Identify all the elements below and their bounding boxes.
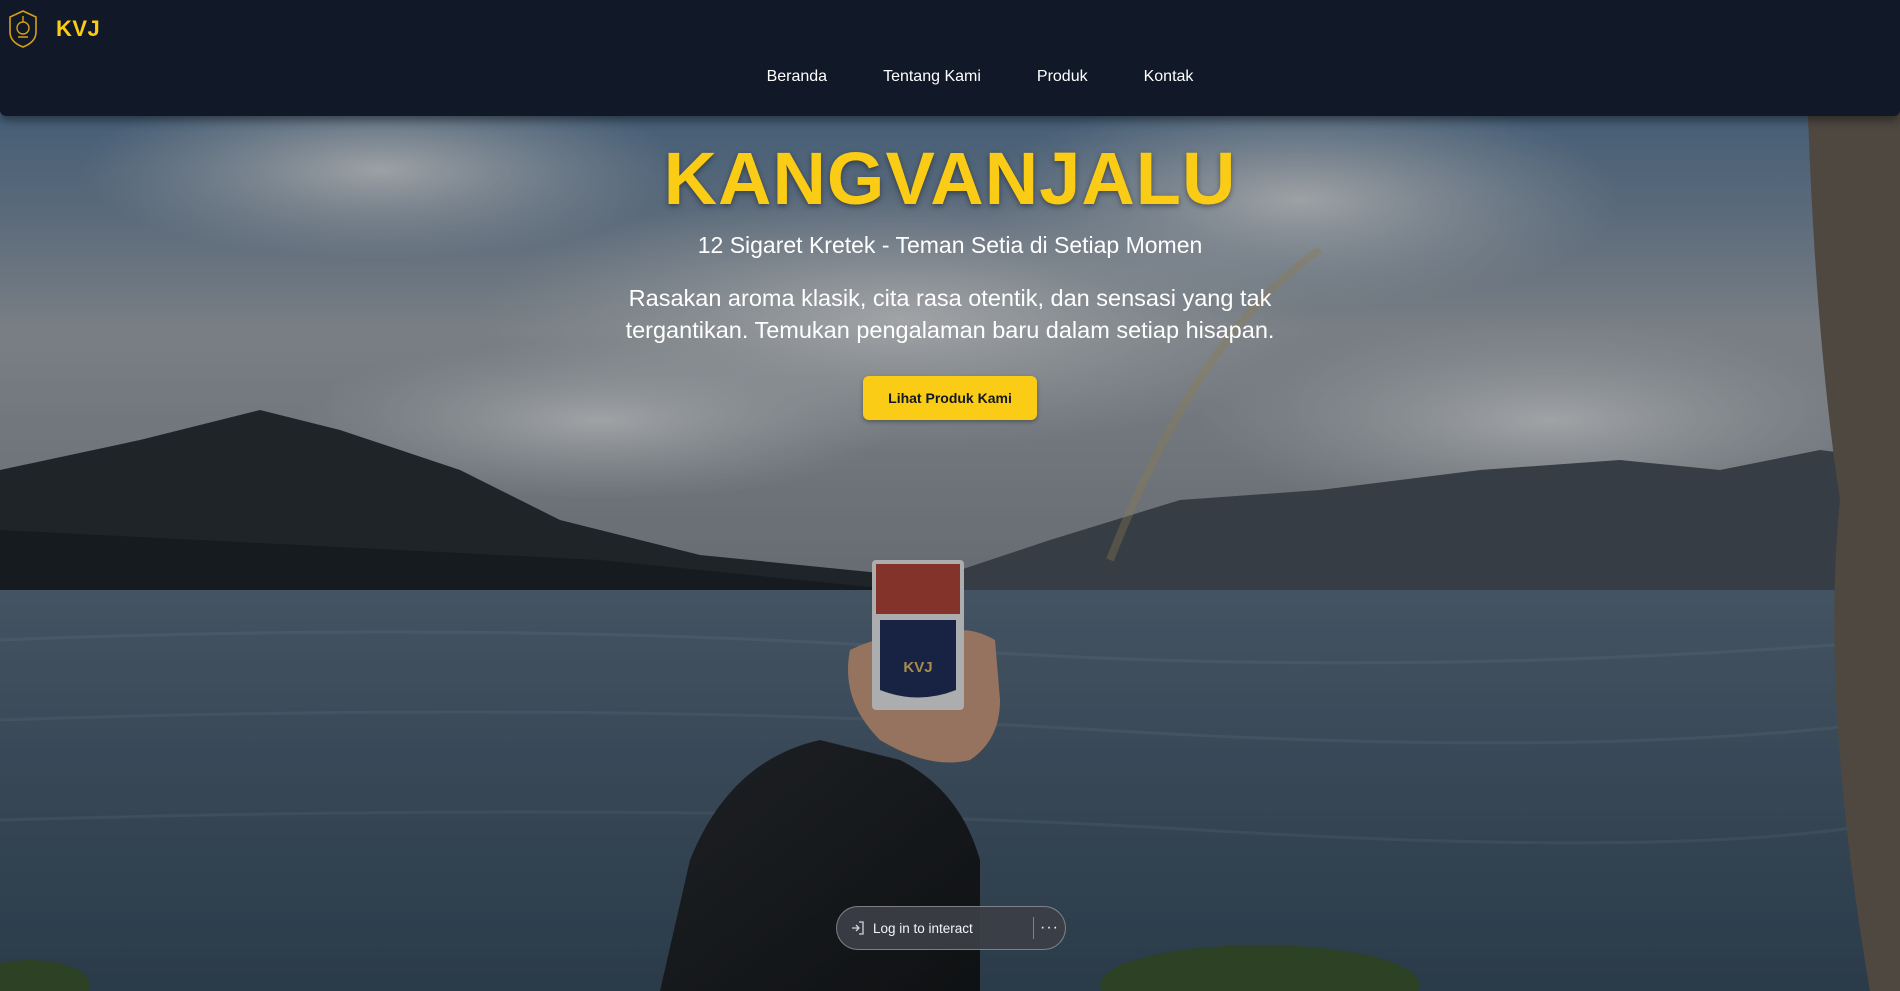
brand[interactable]: KVJ [8, 10, 100, 48]
hero-subtitle: 12 Sigaret Kretek - Teman Setia di Setia… [697, 232, 1203, 258]
login-pill: Log in to interact ··· [836, 906, 1066, 950]
page: KVJ KVJ Beranda Tentang Kami Produk Kont… [0, 0, 1900, 991]
nav-link-beranda[interactable]: Beranda [767, 66, 828, 88]
login-arrow-icon [852, 921, 864, 935]
brand-name: KVJ [56, 16, 101, 41]
login-button[interactable]: Log in to interact [837, 907, 1033, 949]
login-label: Log in to interact [873, 920, 973, 936]
view-products-button[interactable]: Lihat Produk Kami [863, 376, 1037, 420]
emblem-logo-icon [9, 10, 37, 48]
main-nav: Beranda Tentang Kami Produk Kontak [0, 66, 1900, 88]
hero-description: Rasakan aroma klasik, cita rasa otentik,… [625, 285, 1275, 343]
nav-link-produk[interactable]: Produk [1037, 66, 1088, 88]
site-header: KVJ Beranda Tentang Kami Produk Kontak [0, 0, 1900, 116]
more-dots-icon[interactable]: ··· [1034, 906, 1065, 950]
nav-link-tentang-kami[interactable]: Tentang Kami [883, 66, 981, 88]
hero-content: KANGVANJALU 12 Sigaret Kretek - Teman Se… [0, 136, 1900, 420]
nav-link-kontak[interactable]: Kontak [1144, 66, 1194, 88]
hero-title: KANGVANJALU [663, 137, 1237, 220]
